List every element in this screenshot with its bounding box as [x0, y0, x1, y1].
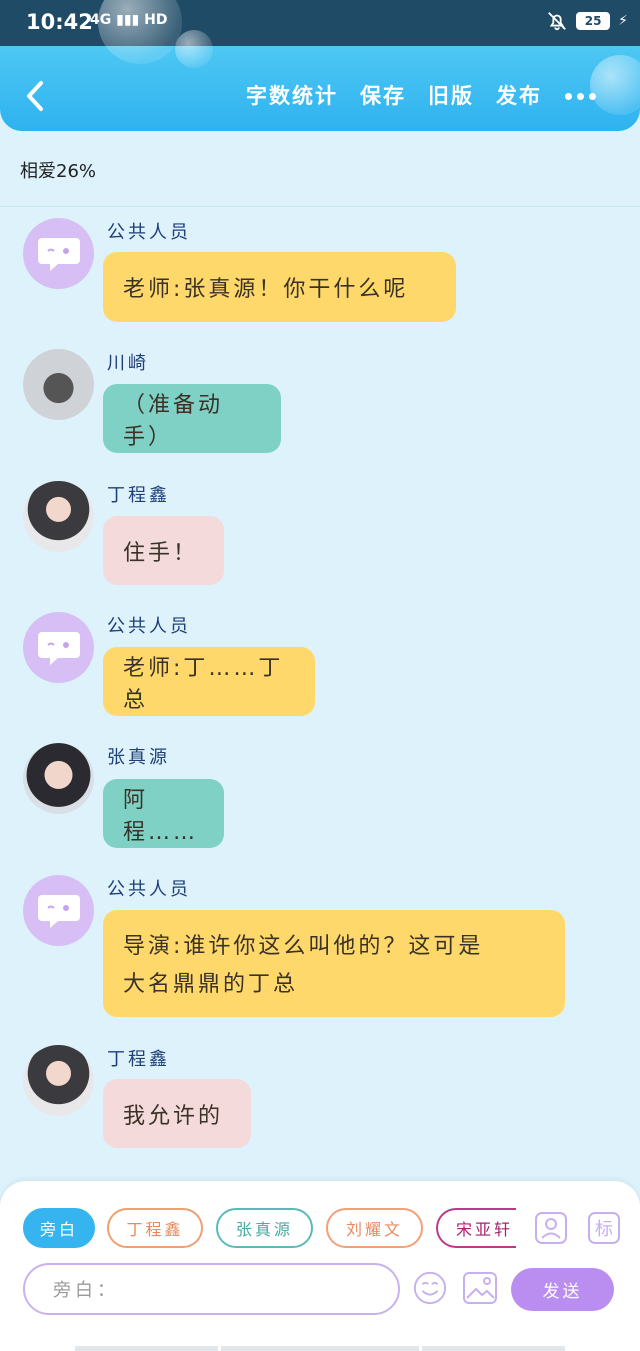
- avatar[interactable]: [23, 612, 94, 683]
- message-bubble[interactable]: 我允许的: [103, 1079, 251, 1148]
- smile-icon[interactable]: [412, 1270, 448, 1306]
- message-bubble[interactable]: 老师:丁……丁总: [103, 647, 315, 716]
- divider: [0, 206, 640, 207]
- bell-muted-icon: [548, 12, 567, 31]
- image-icon[interactable]: [462, 1270, 498, 1306]
- message-bubble[interactable]: 阿程……: [103, 779, 224, 848]
- word-count-button[interactable]: 字数统计: [246, 80, 338, 110]
- old-version-button[interactable]: 旧版: [428, 80, 474, 110]
- composer-panel: 旁白 丁程鑫 张真源 刘耀文 宋亚轩 标 旁白： 发送: [0, 1181, 640, 1351]
- message-input[interactable]: 旁白：: [23, 1263, 400, 1315]
- role-tab-narrator[interactable]: 旁白: [23, 1208, 95, 1248]
- role-tab-ding[interactable]: 丁程鑫: [107, 1208, 203, 1248]
- tag-icon[interactable]: 标: [586, 1210, 622, 1246]
- status-bar: 10:42 4G ▮▮▮ HD 25 ⚡: [0, 0, 640, 46]
- nav-bar-segment: [422, 1346, 565, 1351]
- avatar[interactable]: [23, 743, 94, 814]
- sender-name: 公共人员: [107, 879, 191, 900]
- avatar[interactable]: [23, 1045, 94, 1116]
- role-tab-song[interactable]: 宋亚轩: [436, 1208, 516, 1248]
- message-bubble[interactable]: 老师:张真源！你干什么呢: [103, 252, 456, 322]
- message-bubble[interactable]: （准备动手）: [103, 384, 281, 453]
- top-header: 10:42 4G ▮▮▮ HD 25 ⚡ 字数统计 保存 旧版 发布: [0, 0, 640, 131]
- message-line: 大名鼎鼎的丁总: [123, 972, 299, 997]
- back-button[interactable]: [20, 78, 50, 114]
- more-dots-icon[interactable]: [562, 80, 598, 112]
- battery-icon: 25: [576, 12, 611, 30]
- role-tab-zhang[interactable]: 张真源: [216, 1208, 313, 1248]
- chat-bubble-icon: [37, 237, 80, 271]
- message-bubble[interactable]: 住手！: [103, 516, 224, 585]
- sender-name: 张真源: [107, 747, 170, 768]
- send-button[interactable]: 发送: [511, 1268, 614, 1311]
- sender-name: 公共人员: [107, 222, 191, 243]
- chevron-left-icon: [27, 81, 43, 111]
- charging-icon: ⚡: [618, 13, 628, 29]
- status-icons: 25 ⚡: [546, 10, 628, 32]
- avatar[interactable]: [23, 481, 94, 552]
- nav-bar-segment: [221, 1346, 419, 1351]
- status-time: 10:42: [26, 10, 93, 34]
- person-card-icon[interactable]: [533, 1210, 569, 1246]
- avatar[interactable]: [23, 218, 94, 289]
- header-actions: 字数统计 保存 旧版 发布: [246, 80, 542, 110]
- svg-text:标: 标: [595, 1219, 613, 1240]
- publish-button[interactable]: 发布: [496, 80, 542, 110]
- message-bubble[interactable]: 导演:谁许你这么叫他的？这可是 大名鼎鼎的丁总: [103, 910, 565, 1017]
- signal-indicator: 4G ▮▮▮ HD: [90, 12, 167, 28]
- role-tab-liu[interactable]: 刘耀文: [326, 1208, 423, 1248]
- network-hd: HD: [144, 12, 168, 28]
- sender-name: 公共人员: [107, 616, 191, 637]
- save-button[interactable]: 保存: [360, 80, 406, 110]
- network-type: 4G: [90, 12, 112, 28]
- chat-bubble-icon: [37, 894, 80, 928]
- sender-name: 丁程鑫: [107, 1049, 170, 1070]
- signal-bars-icon: ▮▮▮: [116, 12, 140, 28]
- chat-bubble-icon: [37, 631, 80, 665]
- avatar[interactable]: [23, 349, 94, 420]
- sender-name: 丁程鑫: [107, 485, 170, 506]
- avatar[interactable]: [23, 875, 94, 946]
- sender-name: 川崎: [107, 353, 149, 374]
- nav-bar-segment: [75, 1346, 218, 1351]
- message-line: 导演:谁许你这么叫他的？这可是: [123, 934, 484, 959]
- story-title: 相爱26%: [20, 161, 97, 182]
